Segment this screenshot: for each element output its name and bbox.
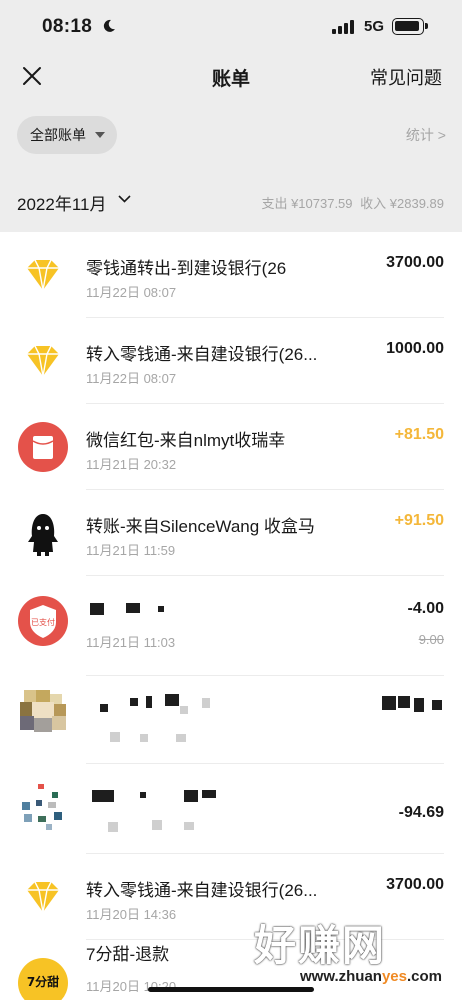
bill-filter-label: 全部账单 [30,127,86,143]
redacted-title [202,790,216,798]
redacted-date [108,822,118,832]
transaction-date: 11月20日 14:36 [86,907,177,922]
watermark-url-suffix: .com [406,968,442,985]
redacted-title [180,706,188,714]
status-time: 08:18 [42,16,93,37]
watermark-url-prefix: www.zhuan [300,968,382,985]
transaction-row[interactable]: 转入零钱通-来自建设银行(26... 11月22日 08:07 1000.00 [0,318,462,404]
redacted-title [126,603,140,613]
caret-down-icon [95,132,105,138]
transaction-row[interactable]: 微信红包-来自nlmyt收瑞幸 11月21日 20:32 +81.50 [0,404,462,490]
redacted-title [90,603,104,615]
month-summary: 支出 ¥10737.59 收入 ¥2839.89 [257,193,444,212]
home-indicator[interactable] [148,987,314,992]
transaction-title: 转入零钱通-来自建设银行(26... [86,345,318,364]
network-type: 5G [364,18,385,35]
diamond-icon [27,345,59,377]
watermark: 好赚网 www.zhuanyes.com [254,912,454,992]
redacted-date [184,822,194,830]
nav-bar: 账单 常见问题 [0,56,462,100]
pixel-logo-icon [22,784,62,830]
redacted-date [110,732,120,742]
redacted-amount [414,698,424,712]
redacted-title [158,606,164,612]
transaction-row[interactable]: 转账-来自SilenceWang 收盒马 11月21日 11:59 +91.50 [0,490,462,576]
avatar-icon [18,508,68,558]
transaction-row[interactable] [0,676,462,764]
transaction-title: 转入零钱通-来自建设银行(26... [86,881,318,900]
income-total: 收入 ¥2839.89 [360,196,444,211]
pay-badge-text: 已支付 [31,617,55,627]
redacted-title [165,694,179,706]
pixel-avatar-icon [20,690,66,732]
expense-total: 支出 ¥10737.59 [261,196,353,211]
chevron-down-icon[interactable] [118,194,131,204]
transaction-title: 微信红包-来自nlmyt收瑞幸 [86,431,286,450]
transaction-date: 11月20日 10:20 [86,979,177,994]
redacted-amount [382,696,396,710]
redacted-title [140,792,146,798]
transaction-amount: -94.69 [398,804,444,821]
store-logo-text: 7分甜 [27,974,59,989]
faq-link[interactable]: 常见问题 [370,64,442,90]
transaction-date: 11月22日 08:07 [86,285,177,300]
month-header: 2022年11月 支出 ¥10737.59 收入 ¥2839.89 [0,170,462,232]
month-selector[interactable]: 2022年11月 [17,190,106,215]
bill-filter-dropdown[interactable]: 全部账单 [17,116,117,154]
redacted-title [92,790,114,802]
status-bar: 08:18 5G [0,0,462,56]
transaction-date: 11月22日 08:07 [86,371,177,386]
diamond-icon [27,881,59,913]
transaction-amount: +81.50 [394,426,444,443]
transaction-original-amount: 9.00 [418,632,444,647]
diamond-icon [27,259,59,291]
watermark-url-accent: yes [381,968,407,985]
redacted-title [100,704,108,712]
red-packet-icon [18,422,68,472]
transaction-amount: 3700.00 [386,254,444,271]
transaction-amount: 3700.00 [386,876,444,893]
battery-icon [392,18,428,35]
redacted-date [152,820,162,830]
transaction-title: 零钱通转出-到建设银行(26 [86,259,287,278]
redacted-title [202,698,210,708]
stats-link[interactable]: 统计 > [406,125,446,145]
transaction-amount: +91.50 [394,512,444,529]
redacted-amount [398,696,410,708]
redacted-title [130,698,138,706]
transaction-date: 11月21日 11:59 [86,543,176,558]
watermark-logo-text: 好赚网 [254,922,387,969]
redacted-title [146,696,152,708]
redacted-date [140,734,148,742]
transaction-row[interactable]: -94.69 [0,764,462,854]
pay-shield-icon: 已支付 [18,596,68,646]
transaction-date: 11月21日 20:32 [86,457,177,472]
transaction-row[interactable]: 已支付 11月21日 11:03 -4.00 9.00 [0,576,462,676]
watermark-url: www.zhuanyes.com [300,968,442,985]
redacted-amount [432,700,442,710]
store-logo-icon: 7分甜 [18,958,68,1000]
transaction-list: 零钱通转出-到建设银行(26 11月22日 08:07 3700.00 转入零钱… [0,232,462,1000]
redacted-title [184,790,198,802]
transaction-row[interactable]: 零钱通转出-到建设银行(26 11月22日 08:07 3700.00 [0,232,462,318]
transaction-date: 11月21日 11:03 [86,635,176,650]
redacted-date [176,734,186,742]
transaction-amount: 1000.00 [386,340,444,357]
signal-icon [332,20,354,34]
transaction-amount: -4.00 [407,600,444,617]
transaction-title: 转账-来自SilenceWang 收盒马 [86,517,315,536]
moon-icon [103,19,115,32]
